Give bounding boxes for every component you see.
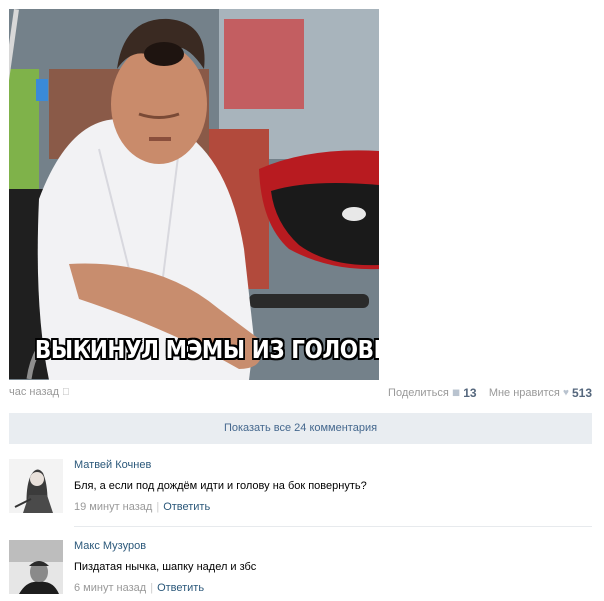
comment-time[interactable]: 6 минут назад [74, 582, 146, 594]
post-time[interactable]: час назад [9, 386, 59, 398]
comment-author[interactable]: Макс Музуров [74, 540, 592, 552]
like-count: 513 [571, 386, 592, 400]
reply-link[interactable]: Ответить [163, 501, 210, 513]
separator: | [156, 501, 160, 513]
comment-author[interactable]: Матвей Кочнев [74, 459, 592, 471]
like-button[interactable]: Мне нравится ♥ 513 [488, 386, 592, 400]
show-all-comments-button[interactable]: Показать все 24 комментария [9, 413, 592, 444]
megaphone-icon: ◼ [451, 387, 461, 399]
post-photo[interactable]: ВЫКИНУЛ МЭМЫ ИЗ ГОЛОВЫ [9, 9, 379, 380]
divider [74, 526, 592, 527]
avatar[interactable] [9, 540, 63, 594]
photo-illustration [9, 9, 379, 380]
separator: | [150, 582, 154, 594]
avatar[interactable] [9, 459, 63, 513]
share-label: Поделиться [388, 387, 449, 399]
apple-icon:  [62, 387, 70, 398]
share-count: 13 [463, 386, 477, 400]
share-button[interactable]: Поделиться ◼ 13 [388, 386, 480, 400]
comment-text: Бля, а если под дождём идти и голову на … [74, 480, 367, 492]
comment-text: Пиздатая нычка, шапку надел и збс [74, 561, 257, 573]
post-meta: час назад  Поделиться ◼ 13 Мне нравится… [9, 386, 592, 402]
heart-icon: ♥ [562, 387, 569, 399]
reply-link[interactable]: Ответить [157, 582, 204, 594]
comment-time[interactable]: 19 минут назад [74, 501, 152, 513]
photo-caption: ВЫКИНУЛ МЭМЫ ИЗ ГОЛОВЫ [34, 335, 379, 364]
like-label: Мне нравится [488, 387, 560, 399]
